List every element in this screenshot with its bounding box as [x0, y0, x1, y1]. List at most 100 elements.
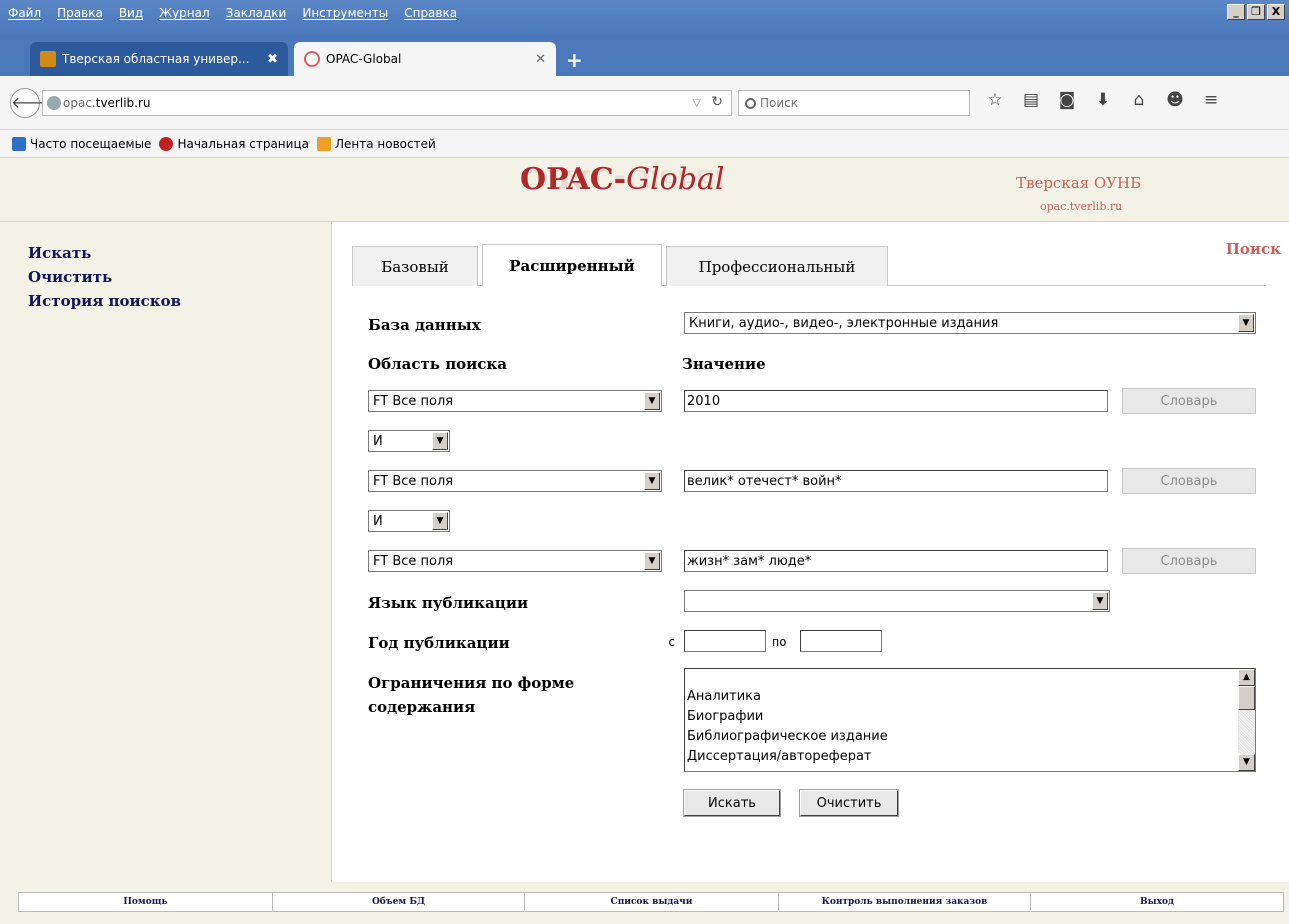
- footer-exit-link[interactable]: Выход: [1031, 893, 1283, 911]
- search-value-input-1[interactable]: 2010: [684, 390, 1108, 412]
- footer-help-link[interactable]: Помощь: [19, 893, 273, 911]
- download-icon[interactable]: ⬇: [1092, 90, 1114, 110]
- reading-list-icon[interactable]: ▤: [1020, 90, 1042, 110]
- footer-order-control-link[interactable]: Контроль выполнения заказов: [779, 893, 1031, 911]
- search-value-input-2[interactable]: велик* отечест* войн*: [684, 470, 1108, 492]
- form-label-line2: содержания: [368, 698, 476, 716]
- list-item[interactable]: Аналитика: [687, 687, 1255, 707]
- list-item[interactable]: Библиографическое издание: [687, 727, 1255, 747]
- scroll-up-icon[interactable]: ▲: [1238, 669, 1255, 686]
- browser-navbar: 🡐 opac. tverlib.ru ▽ ↻ ☆ ▤ ◙ ⬇ ⌂ ☻ ≡: [0, 76, 1289, 130]
- operator-select-2[interactable]: И ▼: [368, 510, 450, 532]
- year-label: Год публикации: [368, 634, 510, 652]
- menu-edit[interactable]: Правка: [57, 6, 103, 20]
- year-from-input[interactable]: [684, 630, 766, 652]
- tab-basic[interactable]: Базовый: [352, 246, 478, 286]
- back-button[interactable]: 🡐: [10, 88, 54, 118]
- window-controls: _ ❐ X: [1227, 4, 1285, 20]
- chat-icon[interactable]: ☻: [1164, 90, 1186, 110]
- footer-issue-list-link[interactable]: Список выдачи: [525, 893, 779, 911]
- new-tab-button[interactable]: +: [566, 48, 583, 72]
- bookmark-home-page[interactable]: Начальная страница: [159, 136, 309, 151]
- submit-search-button[interactable]: Искать: [683, 789, 781, 817]
- close-tab-icon[interactable]: ✖: [267, 52, 278, 67]
- dictionary-button-2[interactable]: Словарь: [1122, 468, 1256, 494]
- menu-bookmarks[interactable]: Закладки: [226, 6, 287, 20]
- logo-reflection: OPAC-Global: [520, 164, 725, 192]
- browser-tab-opac[interactable]: OPAC-Global ✕: [294, 42, 556, 76]
- footer-db-size-link[interactable]: Объем БД: [273, 893, 525, 911]
- url-dropdown-icon[interactable]: ▽: [693, 96, 701, 109]
- most-visited-icon: [12, 136, 26, 151]
- dictionary-button-3[interactable]: Словарь: [1122, 548, 1256, 574]
- org-url: opac.tverlib.ru: [1040, 200, 1123, 213]
- menu-history[interactable]: Журнал: [159, 6, 210, 20]
- search-panel: Поиск Базовый Расширенный Профессиональн…: [332, 222, 1289, 882]
- database-select[interactable]: Книги, аудио-, видео-, электронные издан…: [684, 312, 1256, 334]
- list-item[interactable]: Биографии: [687, 707, 1255, 727]
- year-from-label: с: [668, 635, 676, 649]
- browser-search-bar[interactable]: [738, 90, 970, 116]
- pocket-icon[interactable]: ◙: [1056, 90, 1078, 110]
- listbox-scrollbar[interactable]: ▲ ▼: [1238, 669, 1255, 771]
- value-header: Значение: [682, 355, 766, 373]
- browser-search-input[interactable]: [760, 96, 960, 110]
- tab-title: Тверская областная универ...: [62, 52, 250, 66]
- menu-view[interactable]: Вид: [119, 6, 143, 20]
- menu-help[interactable]: Справка: [404, 6, 457, 20]
- bookmark-news-feed[interactable]: Лента новостей: [316, 136, 436, 151]
- library-favicon-icon: [40, 51, 56, 67]
- chevron-down-icon: ▼: [644, 392, 660, 410]
- star-icon[interactable]: ☆: [984, 90, 1006, 110]
- language-select[interactable]: ▼: [684, 590, 1110, 612]
- operator-select-1[interactable]: И ▼: [368, 430, 450, 452]
- language-label: Язык публикации: [368, 594, 529, 612]
- toolbar-icons: ☆ ▤ ◙ ⬇ ⌂ ☻ ≡: [984, 90, 1222, 110]
- tab-professional[interactable]: Профессиональный: [666, 246, 888, 286]
- rss-icon: [316, 136, 331, 151]
- url-prefix: opac.: [63, 96, 96, 110]
- close-window-button[interactable]: X: [1267, 4, 1285, 20]
- browser-tab-library[interactable]: Тверская областная универ... ✖: [30, 42, 288, 76]
- bookmark-label: Лента новостей: [334, 136, 436, 151]
- sidebar-clear-link[interactable]: Очистить: [28, 268, 331, 286]
- menu-tools[interactable]: Инструменты: [302, 6, 388, 20]
- tab-title: OPAC-Global: [326, 52, 402, 66]
- chevron-down-icon: ▼: [644, 552, 660, 570]
- chevron-down-icon: ▼: [432, 432, 448, 450]
- sidebar-history-link[interactable]: История поисков: [28, 292, 331, 310]
- home-page-icon: [159, 136, 174, 151]
- chevron-down-icon: ▼: [432, 512, 448, 530]
- footer-nav: Помощь Объем БД Список выдачи Контроль в…: [18, 892, 1284, 912]
- maximize-button[interactable]: ❐: [1247, 4, 1265, 20]
- content-form-listbox[interactable]: Аналитика Биографии Библиографическое из…: [684, 668, 1256, 772]
- search-value-input-3[interactable]: жизн* зам* люде*: [684, 550, 1108, 572]
- browser-tabstrip: Тверская областная универ... ✖ OPAC-Glob…: [0, 36, 1289, 76]
- reload-icon[interactable]: ↻: [711, 94, 723, 110]
- url-bar[interactable]: opac. tverlib.ru ▽ ↻: [42, 90, 732, 116]
- year-to-input[interactable]: [800, 630, 882, 652]
- list-item[interactable]: Диссертация/автореферат: [687, 747, 1255, 767]
- menu-icon[interactable]: ≡: [1200, 90, 1222, 110]
- chevron-down-icon: ▼: [644, 472, 660, 490]
- sidebar-search-link[interactable]: Искать: [28, 244, 331, 262]
- bookmark-most-visited[interactable]: Часто посещаемые: [12, 136, 151, 151]
- home-icon[interactable]: ⌂: [1128, 90, 1150, 110]
- search-field-select-2[interactable]: FT Все поля ▼: [368, 470, 662, 492]
- bookmarks-bar: Часто посещаемые Начальная страница Лент…: [0, 130, 1289, 158]
- search-field-select-3[interactable]: FT Все поля ▼: [368, 550, 662, 572]
- bookmark-label: Начальная страница: [177, 136, 309, 151]
- search-field-select-1[interactable]: FT Все поля ▼: [368, 390, 662, 412]
- search-area-header: Область поиска: [368, 355, 507, 373]
- year-to-label: по: [772, 635, 787, 649]
- search-mode-tabs: Базовый Расширенный Профессиональный: [352, 244, 1266, 287]
- minimize-button[interactable]: _: [1227, 4, 1245, 20]
- search-icon: [745, 97, 756, 109]
- menu-file[interactable]: Файл: [8, 6, 41, 20]
- scroll-thumb[interactable]: [1238, 686, 1255, 710]
- tab-advanced[interactable]: Расширенный: [482, 244, 662, 287]
- clear-form-button[interactable]: Очистить: [799, 789, 899, 817]
- scroll-down-icon[interactable]: ▼: [1238, 754, 1255, 771]
- close-tab-icon[interactable]: ✕: [535, 52, 546, 67]
- dictionary-button-1[interactable]: Словарь: [1122, 388, 1256, 414]
